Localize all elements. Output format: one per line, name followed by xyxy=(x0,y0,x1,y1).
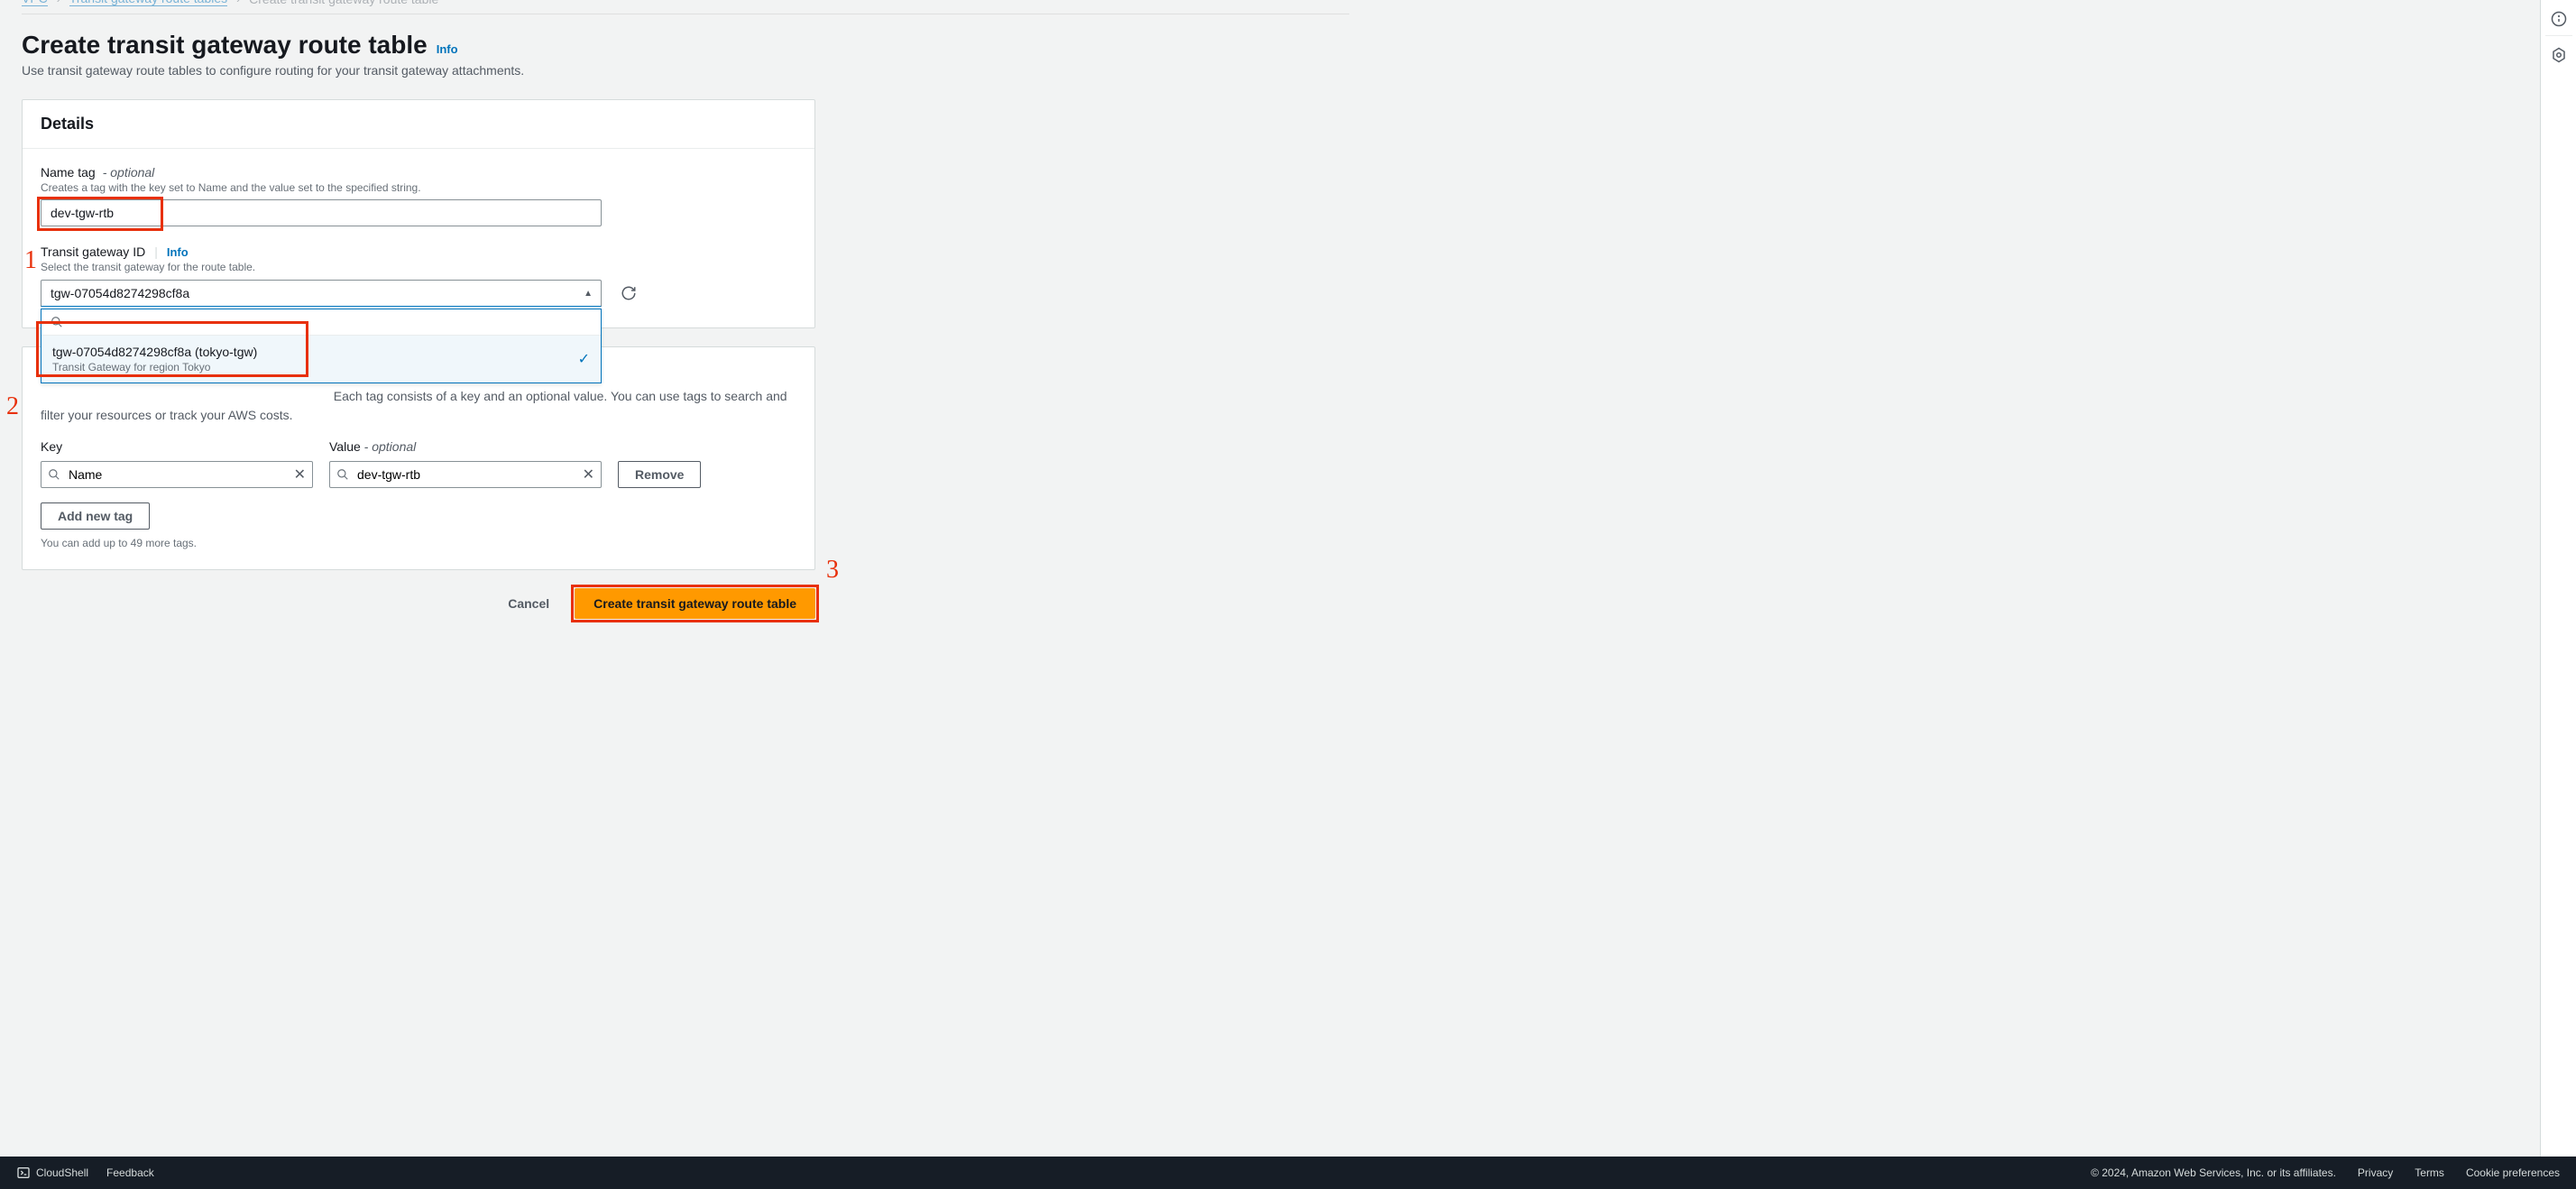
annotation-number-3: 3 xyxy=(826,556,839,585)
details-panel-title: Details xyxy=(23,100,814,149)
breadcrumb-mid[interactable]: Transit gateway route tables xyxy=(69,0,227,6)
tgw-label: Transit gateway ID xyxy=(41,244,145,259)
chevron-right-icon: › xyxy=(236,0,240,5)
add-tag-button[interactable]: Add new tag xyxy=(41,502,150,530)
tag-value-optional: - optional xyxy=(364,439,417,454)
breadcrumb: VPC › Transit gateway route tables › Cre… xyxy=(22,0,1349,14)
tag-value-label: Value xyxy=(329,439,361,454)
footer-copyright: © 2024, Amazon Web Services, Inc. or its… xyxy=(2091,1166,2336,1179)
tgw-dropdown-search-input[interactable] xyxy=(70,315,592,329)
annotation-number-1: 1 xyxy=(24,246,37,275)
tgw-select-value: tgw-07054d8274298cf8a xyxy=(51,286,189,300)
refresh-icon xyxy=(621,285,637,301)
cloudshell-icon xyxy=(16,1166,31,1180)
annotation-number-2: 2 xyxy=(6,392,19,421)
footer-terms-link[interactable]: Terms xyxy=(2415,1166,2444,1179)
settings-rail-icon[interactable] xyxy=(2545,45,2572,72)
chevron-up-icon: ▲ xyxy=(584,289,593,299)
search-icon xyxy=(51,316,63,328)
footer-cookies-link[interactable]: Cookie preferences xyxy=(2466,1166,2560,1179)
tgw-refresh-button[interactable] xyxy=(614,279,643,308)
tag-value-input[interactable] xyxy=(329,461,602,488)
check-icon: ✓ xyxy=(578,350,590,368)
remove-tag-button[interactable]: Remove xyxy=(618,461,701,488)
tgw-option[interactable]: tgw-07054d8274298cf8a (tokyo-tgw) Transi… xyxy=(41,336,601,383)
breadcrumb-root[interactable]: VPC xyxy=(22,0,48,6)
name-tag-label: Name tag xyxy=(41,165,96,180)
tag-key-label: Key xyxy=(41,439,313,454)
cancel-button[interactable]: Cancel xyxy=(497,589,560,618)
page-title: Create transit gateway route table xyxy=(22,31,428,60)
footer-privacy-link[interactable]: Privacy xyxy=(2358,1166,2393,1179)
tags-description: A tag is a label that you assign to an A… xyxy=(41,387,796,432)
tag-limit-text: You can add up to 49 more tags. xyxy=(41,537,796,549)
name-tag-desc: Creates a tag with the key set to Name a… xyxy=(41,181,796,194)
tgw-dropdown: tgw-07054d8274298cf8a (tokyo-tgw) Transi… xyxy=(41,309,602,383)
create-route-table-button[interactable]: Create transit gateway route table xyxy=(575,588,815,619)
tag-key-input[interactable] xyxy=(41,461,313,488)
tgw-select[interactable]: tgw-07054d8274298cf8a ▲ xyxy=(41,280,602,307)
tgw-info-link[interactable]: Info xyxy=(167,245,189,259)
tgw-desc: Select the transit gateway for the route… xyxy=(41,261,796,273)
info-rail-icon[interactable] xyxy=(2545,9,2572,36)
tgw-option-sub: Transit Gateway for region Tokyo xyxy=(52,361,257,373)
name-tag-optional: - optional xyxy=(103,165,155,180)
tgw-option-title: tgw-07054d8274298cf8a (tokyo-tgw) xyxy=(52,345,257,359)
feedback-link[interactable]: Feedback xyxy=(106,1166,154,1179)
right-rail xyxy=(2540,0,2576,1157)
details-panel: Details Name tag - optional Creates a ta… xyxy=(22,99,815,328)
breadcrumb-leaf: Create transit gateway route table xyxy=(249,0,438,6)
page-info-link[interactable]: Info xyxy=(437,42,458,56)
chevron-right-icon: › xyxy=(57,0,60,5)
page-subtitle: Use transit gateway route tables to conf… xyxy=(22,63,1349,78)
footer: CloudShell Feedback © 2024, Amazon Web S… xyxy=(0,1157,2576,1189)
clear-icon[interactable]: ✕ xyxy=(294,465,306,484)
cloudshell-button[interactable]: CloudShell xyxy=(16,1166,88,1180)
clear-icon[interactable]: ✕ xyxy=(583,465,594,484)
name-tag-input[interactable] xyxy=(41,199,602,226)
